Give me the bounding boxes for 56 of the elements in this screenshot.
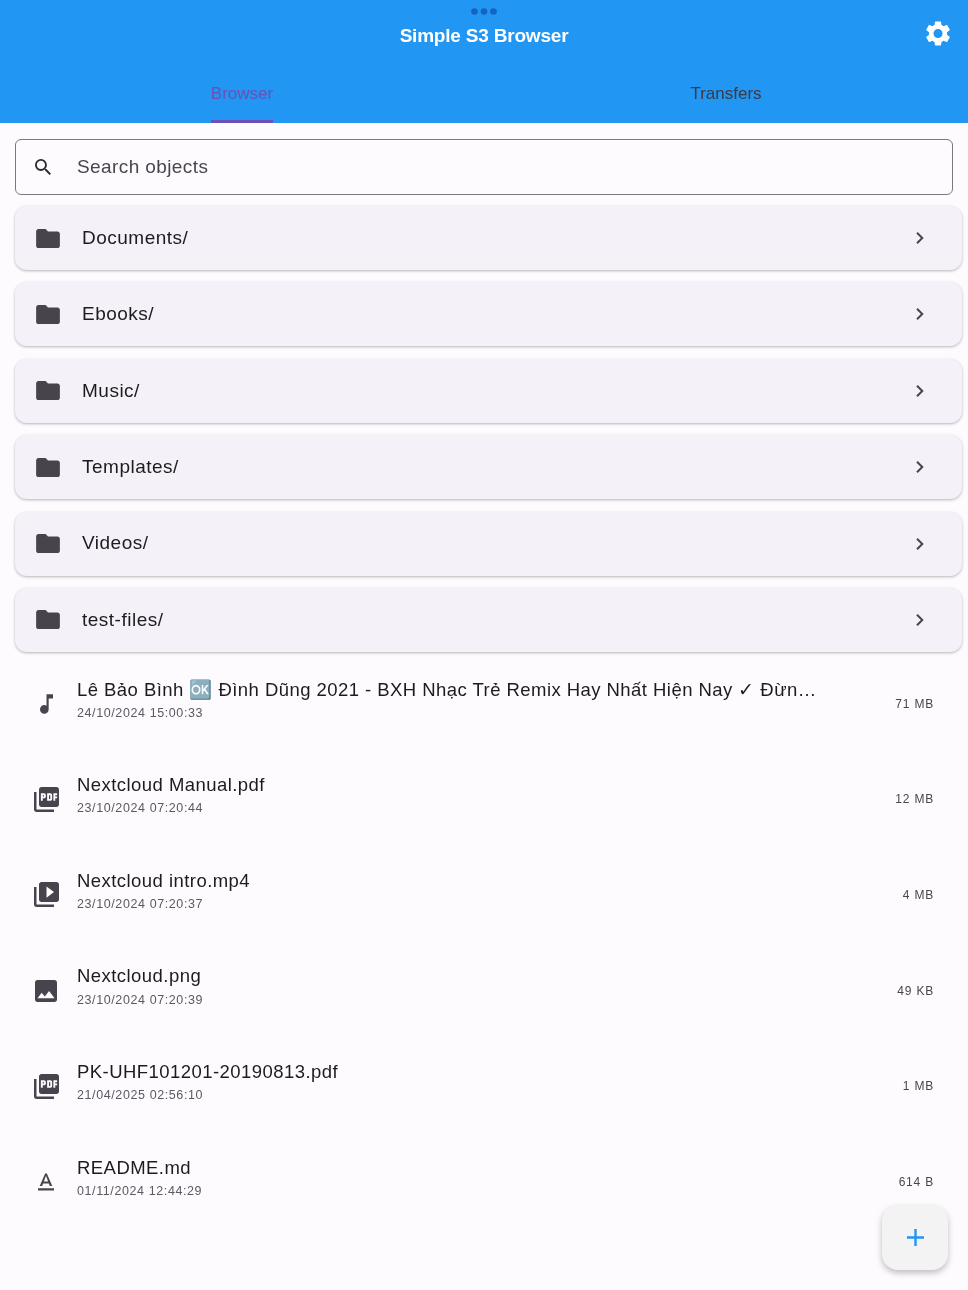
file-size: 4 MB bbox=[902, 886, 934, 904]
file-date: 01/11/2024 12:44:29 bbox=[77, 1183, 203, 1199]
file-size: 49 KB bbox=[897, 982, 934, 1000]
folder-name[interactable]: Ebooks/ bbox=[82, 300, 916, 329]
chevron-right-icon bbox=[916, 232, 924, 244]
folder-item[interactable]: Ebooks/ bbox=[15, 282, 962, 347]
app-title: Simple S3 Browser bbox=[399, 26, 569, 45]
chevron-right-icon bbox=[916, 613, 924, 626]
text-format-icon bbox=[38, 1172, 54, 1191]
music-note-icon bbox=[39, 693, 53, 714]
file-name[interactable]: Nextcloud.png bbox=[77, 965, 202, 988]
folder-icon bbox=[36, 228, 60, 248]
chevron-right-icon bbox=[916, 308, 924, 321]
folder-name[interactable]: test-files/ bbox=[82, 605, 916, 635]
search-icon bbox=[35, 159, 51, 175]
folder-item[interactable]: test-files/ bbox=[15, 587, 962, 652]
video-file-icon bbox=[33, 882, 59, 908]
file-size: 71 MB bbox=[895, 695, 934, 713]
three-dots-icon[interactable] bbox=[471, 8, 497, 15]
file-date: 24/10/2024 15:00:33 bbox=[77, 705, 204, 721]
pdf-file-icon bbox=[33, 1073, 59, 1099]
chevron-right-icon bbox=[916, 461, 924, 474]
file-size: 614 B bbox=[898, 1173, 934, 1191]
folder-icon bbox=[36, 457, 60, 477]
image-icon bbox=[35, 979, 57, 1002]
folder-name[interactable]: Music/ bbox=[82, 376, 916, 406]
folder-name[interactable]: Videos/ bbox=[82, 529, 916, 558]
plus-icon bbox=[906, 1229, 924, 1246]
search-field[interactable]: Search objects bbox=[15, 139, 953, 195]
folder-icon bbox=[36, 610, 60, 630]
folder-item[interactable]: Templates/ bbox=[15, 435, 962, 500]
tab[interactable]: Transfers bbox=[690, 66, 762, 123]
folder-icon bbox=[36, 381, 60, 401]
add-button[interactable] bbox=[882, 1205, 948, 1270]
file-name[interactable]: PK-UHF101201-20190813.pdf bbox=[77, 1061, 339, 1084]
file-name[interactable]: Lê Bảo Bình 🆗 Đình Dũng 2021 - BXH Nhạc Trẻ Remix Hay Nhất Hiện Nay ✓ Đừn… bbox=[77, 678, 817, 701]
file-size: 12 MB bbox=[895, 791, 934, 809]
file-name[interactable]: Nextcloud intro.mp4 bbox=[77, 869, 251, 893]
file-date: 23/10/2024 07:20:44 bbox=[77, 801, 204, 817]
file-date: 23/10/2024 07:20:39 bbox=[77, 992, 204, 1008]
folder-name[interactable]: Templates/ bbox=[82, 452, 916, 482]
file-date: 23/10/2024 07:20:37 bbox=[77, 897, 204, 913]
folder-item[interactable]: Music/ bbox=[15, 358, 962, 423]
chevron-right-icon bbox=[916, 537, 924, 550]
chevron-right-icon bbox=[916, 384, 924, 397]
folder-icon bbox=[36, 304, 60, 324]
folder-item[interactable]: Videos/ bbox=[15, 511, 962, 576]
file-name[interactable]: README.md bbox=[77, 1156, 192, 1179]
pdf-file-icon bbox=[33, 786, 59, 812]
folder-item[interactable]: Documents/ bbox=[15, 206, 962, 270]
file-size: 1 MB bbox=[902, 1078, 934, 1096]
folder-icon bbox=[36, 534, 60, 554]
folder-name[interactable]: Documents/ bbox=[82, 223, 916, 253]
file-date: 21/04/2025 02:56:10 bbox=[77, 1088, 204, 1104]
file-name[interactable]: Nextcloud Manual.pdf bbox=[77, 774, 265, 797]
settings-icon[interactable] bbox=[926, 21, 950, 46]
